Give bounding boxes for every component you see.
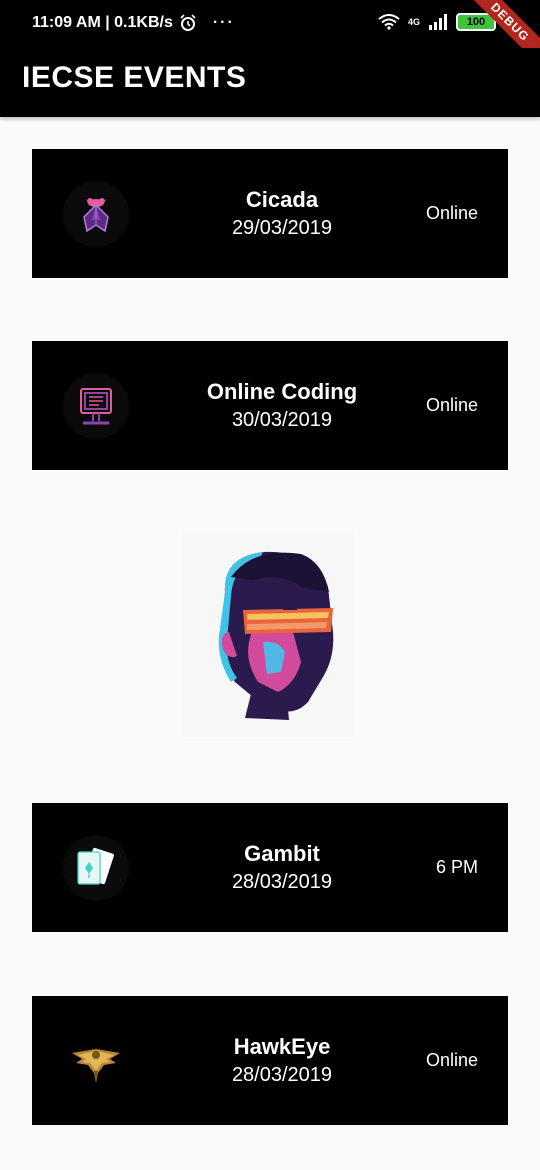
event-mode: Online [425,1050,478,1070]
status-bar: 11:09 AM | 0.1KB/s ··· 4G 100 DEBUG [0,0,540,72]
app-bar: IECSE EVENTS [0,48,540,117]
event-date: 30/03/2019 [231,409,333,431]
wifi-icon [378,14,400,30]
network-type: 4G [407,17,420,27]
event-card-online-coding[interactable]: Online Coding 30/03/2019 Online [32,341,508,470]
event-name: Cicada [245,187,319,212]
cicada-icon [63,181,129,247]
cards-icon [63,835,129,901]
more-dots-icon: ··· [212,14,235,31]
event-card-hawkeye[interactable]: HawkEye 28/03/2019 Online [32,996,508,1125]
signal-icon [429,14,447,30]
hawk-icon [63,1028,129,1094]
event-card-gambit[interactable]: Gambit 28/03/2019 6 PM [32,803,508,932]
event-date: 29/03/2019 [231,217,333,239]
event-date: 28/03/2019 [231,871,333,893]
status-right: 4G 100 [378,13,496,31]
event-name: Online Coding [206,379,358,404]
status-left: 11:09 AM | 0.1KB/s ··· [32,14,235,32]
event-name: Gambit [244,841,320,866]
alarm-icon [180,14,196,31]
status-time: 11:09 AM | 0.1KB/s [32,14,173,31]
battery-level: 100 [466,16,486,28]
page-title: IECSE EVENTS [22,61,247,94]
computer-icon [63,373,129,439]
event-mode: Online [425,395,478,415]
event-date: 28/03/2019 [231,1064,333,1086]
event-mode: Online [425,203,478,223]
cyber-face-logo [183,532,353,737]
event-card-cicada[interactable]: Cicada 29/03/2019 Online [32,149,508,278]
event-name: HawkEye [233,1034,331,1059]
event-mode: 6 PM [435,857,478,877]
